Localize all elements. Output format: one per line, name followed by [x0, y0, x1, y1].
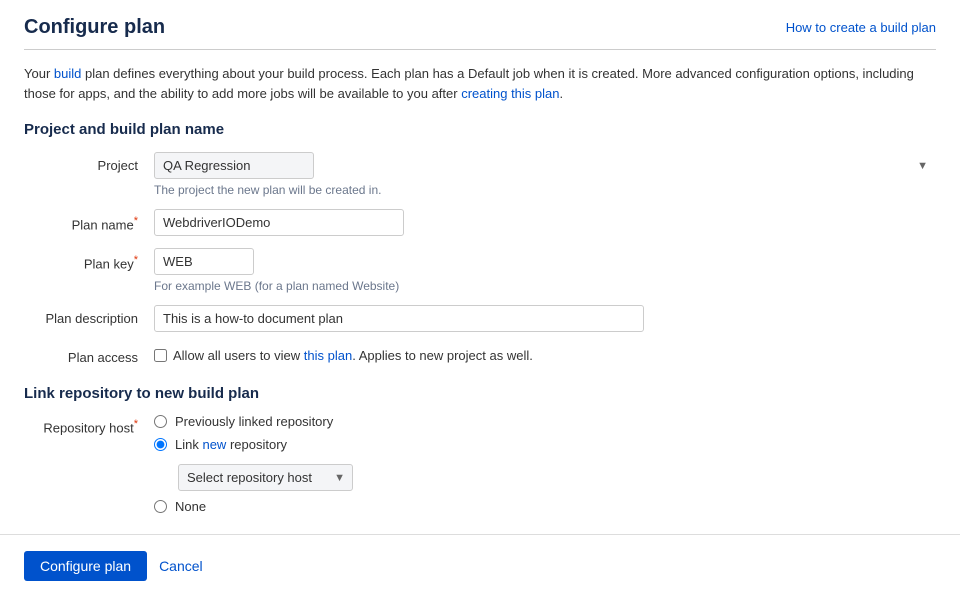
- repo-prev-label[interactable]: Previously linked repository: [175, 414, 333, 429]
- project-select-wrap: QA Regression Default Other Project ▼: [154, 152, 936, 179]
- plan-name-row: Plan name*: [24, 209, 936, 236]
- intro-text: Your build plan defines everything about…: [24, 64, 936, 103]
- plan-access-control-wrap: Allow all users to view this plan. Appli…: [154, 344, 936, 363]
- project-select[interactable]: QA Regression Default Other Project: [154, 152, 314, 179]
- plan-key-control-wrap: For example WEB (for a plan named Websit…: [154, 248, 936, 293]
- project-build-section: Project and build plan name Project QA R…: [24, 121, 936, 365]
- repo-new-radio[interactable]: [154, 438, 167, 451]
- plan-access-checkbox-label[interactable]: Allow all users to view this plan. Appli…: [173, 348, 533, 363]
- repo-host-dropdown-wrap: Select repository host GitHub Bitbucket …: [178, 464, 353, 491]
- configure-plan-button[interactable]: Configure plan: [24, 551, 147, 581]
- section1-title: Project and build plan name: [24, 121, 936, 138]
- creating-link[interactable]: creating this plan: [461, 86, 559, 101]
- page-header: Configure plan How to create a build pla…: [24, 16, 936, 50]
- project-select-arrow-icon: ▼: [917, 160, 928, 172]
- repo-host-row: Repository host* Previously linked repos…: [24, 414, 936, 514]
- section2-title: Link repository to new build plan: [24, 385, 936, 402]
- plan-name-required: *: [134, 215, 138, 227]
- repo-host-select[interactable]: Select repository host GitHub Bitbucket …: [178, 464, 353, 491]
- plan-name-input[interactable]: [154, 209, 404, 236]
- repo-option-link-new: Link new repository: [154, 437, 353, 452]
- plan-name-control-wrap: [154, 209, 936, 236]
- plan-desc-control-wrap: [154, 305, 936, 332]
- plan-access-row: Plan access Allow all users to view this…: [24, 344, 936, 365]
- repo-none-label[interactable]: None: [175, 499, 206, 514]
- plan-key-row: Plan key* For example WEB (for a plan na…: [24, 248, 936, 293]
- plan-key-label: Plan key*: [24, 248, 154, 271]
- plan-name-label: Plan name*: [24, 209, 154, 232]
- repo-host-label: Repository host*: [24, 414, 154, 435]
- repo-host-required: *: [134, 418, 138, 430]
- page-title: Configure plan: [24, 16, 165, 39]
- repo-option-previously-linked: Previously linked repository: [154, 414, 353, 429]
- project-control-wrap: QA Regression Default Other Project ▼ Th…: [154, 152, 936, 197]
- plan-desc-label: Plan description: [24, 305, 154, 326]
- cancel-button[interactable]: Cancel: [159, 558, 203, 574]
- repo-option-none: None: [154, 499, 353, 514]
- repo-host-select-wrap: Select repository host GitHub Bitbucket …: [178, 464, 353, 491]
- plan-key-required: *: [134, 254, 138, 266]
- project-hint: The project the new plan will be created…: [154, 183, 936, 197]
- plan-key-hint: For example WEB (for a plan named Websit…: [154, 279, 936, 293]
- new-link[interactable]: new: [202, 437, 226, 452]
- plan-access-this-plan-link[interactable]: this plan: [304, 348, 352, 363]
- repo-new-label[interactable]: Link new repository: [175, 437, 287, 452]
- plan-access-label: Plan access: [24, 344, 154, 365]
- help-link[interactable]: How to create a build plan: [786, 20, 936, 35]
- page-container: Configure plan How to create a build pla…: [0, 0, 960, 514]
- plan-access-checkbox[interactable]: [154, 349, 167, 362]
- plan-desc-input[interactable]: [154, 305, 644, 332]
- plan-key-input[interactable]: [154, 248, 254, 275]
- repo-prev-radio[interactable]: [154, 415, 167, 428]
- project-row: Project QA Regression Default Other Proj…: [24, 152, 936, 197]
- project-label: Project: [24, 152, 154, 173]
- link-repo-section: Link repository to new build plan Reposi…: [24, 385, 936, 514]
- build-link[interactable]: build: [54, 66, 81, 81]
- repo-options: Previously linked repository Link new re…: [154, 414, 353, 514]
- plan-desc-row: Plan description: [24, 305, 936, 332]
- plan-access-checkbox-row: Allow all users to view this plan. Appli…: [154, 344, 936, 363]
- footer-bar: Configure plan Cancel: [0, 534, 960, 597]
- repo-none-radio[interactable]: [154, 500, 167, 513]
